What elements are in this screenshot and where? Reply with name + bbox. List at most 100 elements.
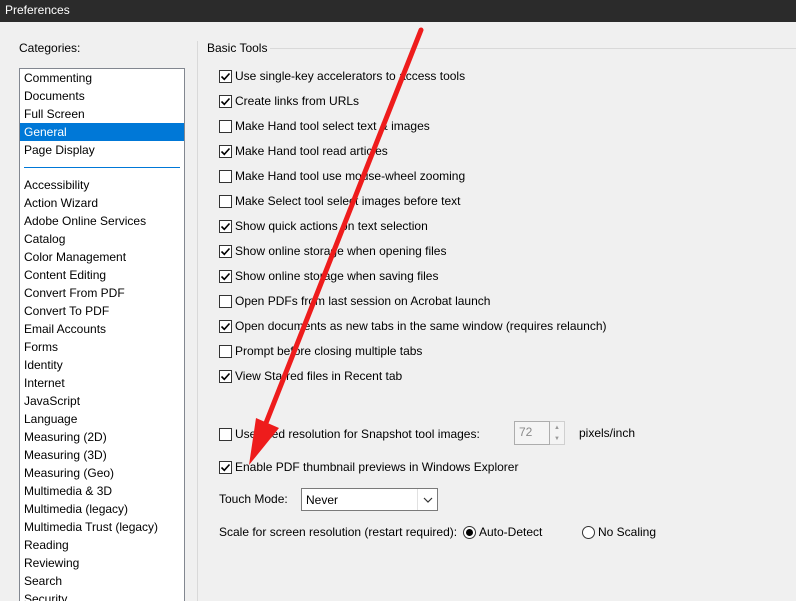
touch-mode-select[interactable]: Never — [301, 488, 438, 511]
category-item[interactable]: Multimedia (legacy) — [20, 500, 184, 518]
category-item[interactable]: Multimedia & 3D — [20, 482, 184, 500]
option-checkbox[interactable] — [219, 194, 232, 208]
option-label: Use single-key accelerators to access to… — [235, 69, 466, 83]
category-item[interactable]: Internet — [20, 374, 184, 392]
category-item[interactable]: Measuring (3D) — [20, 446, 184, 464]
category-commenting[interactable]: Commenting — [20, 69, 184, 87]
basic-tool-option[interactable]: Make Select tool select images before te… — [219, 193, 460, 209]
option-label: Make Hand tool use mouse-wheel zooming — [235, 169, 466, 183]
category-item[interactable]: Language — [20, 410, 184, 428]
basic-tool-option[interactable]: Make Hand tool use mouse-wheel zooming — [219, 168, 465, 184]
option-checkbox[interactable] — [219, 369, 232, 383]
spin-arrows[interactable]: ▲ ▼ — [550, 421, 565, 445]
scale-resolution-label: Scale for screen resolution (restart req… — [219, 525, 458, 539]
basic-tool-option[interactable]: Show online storage when saving files — [219, 268, 438, 284]
snapshot-resolution-checkbox[interactable] — [219, 427, 232, 441]
category-item[interactable]: Reviewing — [20, 554, 184, 572]
basic-tool-option[interactable]: Use single-key accelerators to access to… — [219, 68, 465, 84]
scale-no-scaling-option[interactable]: No Scaling — [582, 525, 656, 539]
basic-tool-option[interactable]: Open documents as new tabs in the same w… — [219, 318, 607, 334]
auto-detect-label: Auto-Detect — [479, 525, 543, 539]
snapshot-resolution-spinner[interactable]: 72 ▲ ▼ — [514, 421, 566, 445]
option-checkbox[interactable] — [219, 344, 232, 358]
option-checkbox[interactable] — [219, 69, 232, 83]
basic-tool-option[interactable]: Make Hand tool select text & images — [219, 118, 430, 134]
basic-tool-option[interactable]: View Starred files in Recent tab — [219, 368, 402, 384]
category-item[interactable]: Measuring (Geo) — [20, 464, 184, 482]
category-item[interactable]: Reading — [20, 536, 184, 554]
snapshot-resolution-label: Use fixed resolution for Snapshot tool i… — [235, 427, 480, 441]
category-item[interactable]: Accessibility — [20, 176, 184, 194]
thumbnail-preview-checkbox[interactable] — [219, 460, 232, 474]
thumbnail-preview-option[interactable]: Enable PDF thumbnail previews in Windows… — [219, 459, 518, 475]
option-label: Create links from URLs — [235, 94, 360, 108]
option-checkbox[interactable] — [219, 144, 232, 158]
category-item[interactable]: JavaScript — [20, 392, 184, 410]
category-item[interactable]: Adobe Online Services — [20, 212, 184, 230]
checkmark-icon — [220, 463, 231, 471]
category-item[interactable]: Content Editing — [20, 266, 184, 284]
category-items: Accessibility Action Wizard Adobe Online S… — [20, 176, 184, 601]
category-item[interactable]: Identity — [20, 356, 184, 374]
option-checkbox[interactable] — [219, 294, 232, 308]
category-full-screen[interactable]: Full Screen — [20, 105, 184, 123]
basic-tool-option[interactable]: Show quick actions on text selection — [219, 218, 428, 234]
categories-list[interactable]: Commenting Documents Full Screen General… — [19, 68, 185, 601]
option-label: Show quick actions on text selection — [235, 219, 428, 233]
category-item[interactable]: Color Management — [20, 248, 184, 266]
category-page-display[interactable]: Page Display — [20, 141, 184, 159]
category-item[interactable]: Search — [20, 572, 184, 590]
snapshot-resolution-option[interactable]: Use fixed resolution for Snapshot tool i… — [219, 426, 480, 442]
option-checkbox[interactable] — [219, 119, 232, 133]
category-item[interactable]: Measuring (2D) — [20, 428, 184, 446]
option-label: Make Select tool select images before te… — [235, 194, 461, 208]
panel-divider — [197, 41, 198, 601]
category-item[interactable]: Catalog — [20, 230, 184, 248]
option-checkbox[interactable] — [219, 169, 232, 183]
option-label: View Starred files in Recent tab — [235, 369, 403, 383]
checkmark-icon — [220, 97, 231, 105]
category-item[interactable]: Security — [20, 590, 184, 601]
option-checkbox[interactable] — [219, 244, 232, 258]
no-scaling-label: No Scaling — [598, 525, 657, 539]
category-documents[interactable]: Documents — [20, 87, 184, 105]
basic-tool-option[interactable]: Create links from URLs — [219, 93, 359, 109]
checkmark-icon — [220, 247, 231, 255]
basic-tool-option[interactable]: Prompt before closing multiple tabs — [219, 343, 422, 359]
category-separator — [24, 167, 180, 168]
option-checkbox[interactable] — [219, 319, 232, 333]
category-item[interactable]: Forms — [20, 338, 184, 356]
basic-tools-rule — [270, 48, 796, 49]
option-checkbox[interactable] — [219, 269, 232, 283]
auto-detect-radio[interactable] — [463, 525, 476, 539]
basic-tool-option[interactable]: Make Hand tool read articles — [219, 143, 388, 159]
scale-auto-detect-option[interactable]: Auto-Detect — [463, 525, 542, 539]
spin-down-icon[interactable]: ▼ — [550, 433, 564, 444]
checkmark-icon — [220, 372, 231, 380]
snapshot-resolution-value[interactable]: 72 — [514, 421, 550, 445]
window-title: Preferences — [0, 0, 796, 22]
option-label: Make Hand tool select text & images — [235, 119, 430, 133]
option-checkbox[interactable] — [219, 219, 232, 233]
snapshot-units-label: pixels/inch — [579, 426, 636, 440]
chevron-down-icon[interactable] — [417, 489, 437, 510]
checkmark-icon — [220, 322, 231, 330]
category-item[interactable]: Email Accounts — [20, 320, 184, 338]
touch-mode-label: Touch Mode: — [219, 492, 288, 506]
basic-tool-option[interactable]: Open PDFs from last session on Acrobat l… — [219, 293, 490, 309]
basic-tool-option[interactable]: Show online storage when opening files — [219, 243, 446, 259]
touch-mode-value: Never — [306, 492, 339, 507]
spin-up-icon[interactable]: ▲ — [550, 422, 564, 433]
category-general[interactable]: General — [20, 123, 184, 141]
option-label: Open PDFs from last session on Acrobat l… — [235, 294, 491, 308]
category-item[interactable]: Convert From PDF — [20, 284, 184, 302]
checkmark-icon — [220, 147, 231, 155]
thumbnail-preview-label: Enable PDF thumbnail previews in Windows… — [235, 460, 519, 474]
category-item[interactable]: Convert To PDF — [20, 302, 184, 320]
option-label: Make Hand tool read articles — [235, 144, 388, 158]
category-item[interactable]: Multimedia Trust (legacy) — [20, 518, 184, 536]
no-scaling-radio[interactable] — [582, 525, 595, 539]
option-checkbox[interactable] — [219, 94, 232, 108]
category-item[interactable]: Action Wizard — [20, 194, 184, 212]
categories-label: Categories: — [19, 41, 81, 55]
